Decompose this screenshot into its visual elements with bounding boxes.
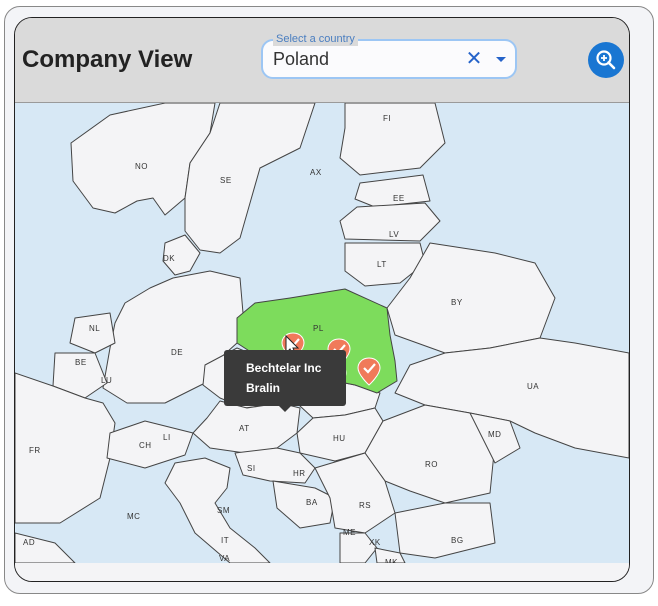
country-label-li: LI [163,433,171,442]
zoom-in-icon [596,50,616,70]
country-input[interactable] [273,48,453,70]
country-label-hr: HR [293,469,306,478]
country-label-ch: CH [139,441,152,450]
country-label-lu: LU [101,376,112,385]
country-label-dk: DK [163,254,175,263]
country-label-nl: NL [89,324,100,333]
country-label-de: DE [171,348,183,357]
country-label-no: NO [135,162,148,171]
country-label-si: SI [247,464,256,473]
country-label-me: ME [343,528,356,537]
country-label-fr: FR [29,446,41,455]
country-label-at: AT [239,424,250,433]
country-label-sm: SM [217,506,230,515]
country-label-lv: LV [389,230,399,239]
country-select[interactable]: Select a country ✕ [261,32,517,79]
country-label-xk: XK [369,538,381,547]
europe-map[interactable]: FI NO SE AX EE LV DK LT BY NL PL DE BE L… [15,103,629,563]
close-icon[interactable]: ✕ [463,48,485,70]
country-select-label: Select a country [273,32,358,46]
country-label-md: MD [488,430,501,439]
marker-tooltip: Bechtelar Inc Bralin [224,350,346,412]
zoom-in-button[interactable] [588,42,624,78]
map-canvas[interactable]: FI NO SE AX EE LV DK LT BY NL PL DE BE L… [15,103,629,563]
page-title: Company View [22,46,193,73]
country-label-be: BE [75,358,87,367]
country-label-pl: PL [313,324,324,333]
country-label-it: IT [221,536,229,545]
country-label-lt: LT [377,260,387,269]
country-label-ro: RO [425,460,438,469]
country-label-ad: AD [23,538,35,547]
country-label-bg: BG [451,536,464,545]
country-label-by: BY [451,298,463,307]
country-label-hu: HU [333,434,346,443]
country-label-mc: MC [127,512,140,521]
country-label-ua: UA [527,382,539,391]
country-label-ba: BA [306,498,318,507]
tooltip-company: Bechtelar Inc [246,361,322,375]
tooltip-city: Bralin [246,381,281,395]
country-label-ax: AX [310,168,322,177]
country-label-se: SE [220,176,232,185]
header-bar: Company View Select a country ✕ [15,18,629,103]
company-view-card: Company View Select a country ✕ [14,17,630,582]
country-label-fi: FI [383,114,391,123]
country-label-rs: RS [359,501,371,510]
country-label-va: VA [219,554,230,563]
map-footer [15,563,629,581]
chevron-down-icon[interactable] [491,48,511,70]
country-label-ee: EE [393,194,405,203]
